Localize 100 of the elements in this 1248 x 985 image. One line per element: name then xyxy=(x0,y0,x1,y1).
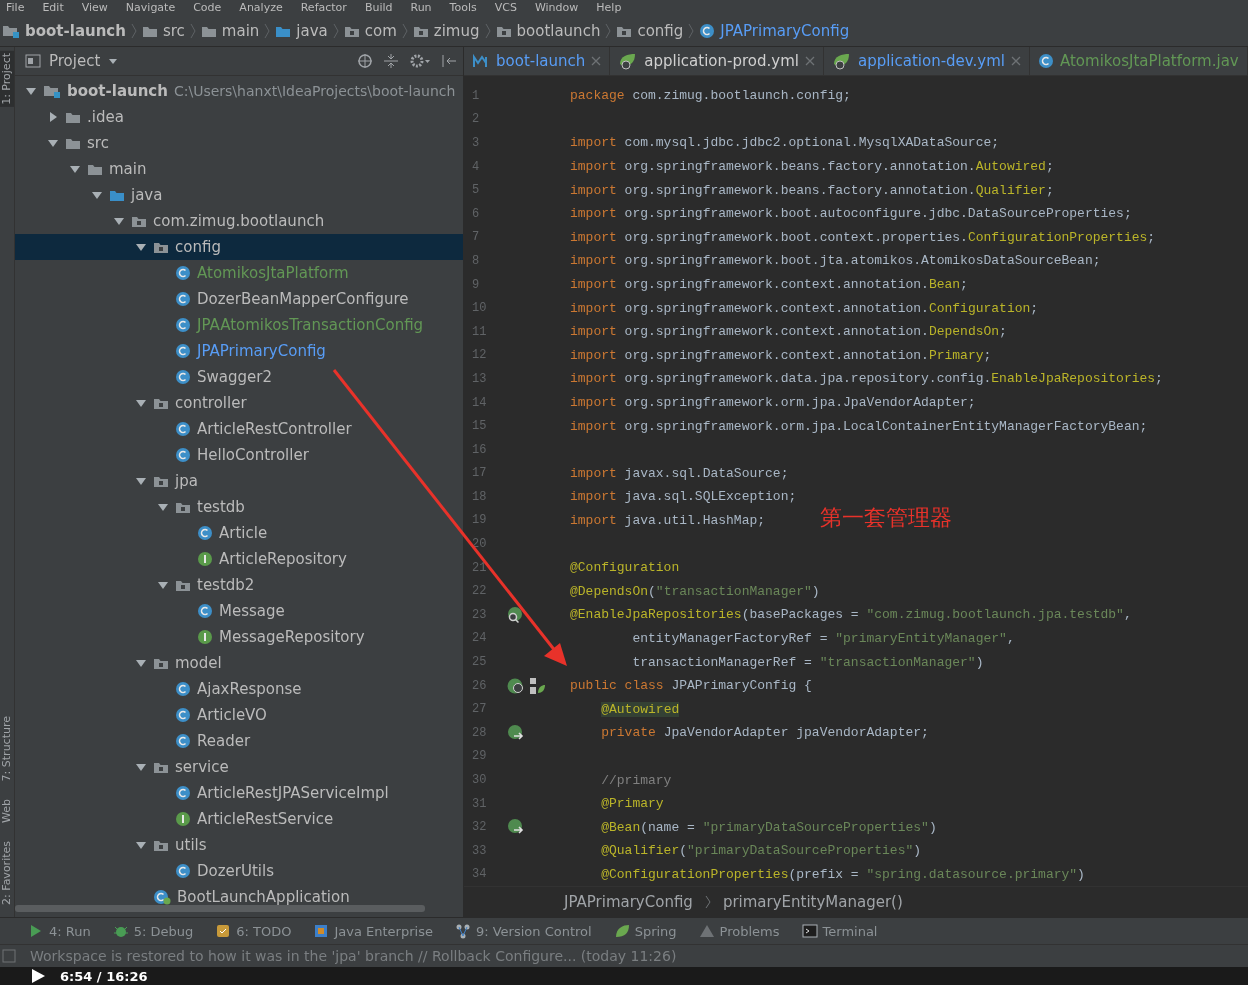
tree-item[interactable]: ArticleRestController xyxy=(15,416,463,442)
expanded-arrow-icon[interactable] xyxy=(91,189,103,201)
menu-item[interactable]: Edit xyxy=(42,0,64,16)
menu-item[interactable]: Build xyxy=(364,0,393,16)
tool-window-button[interactable]: 4: Run xyxy=(28,923,91,939)
collapsed-arrow-icon[interactable] xyxy=(47,111,59,123)
expanded-arrow-icon[interactable] xyxy=(135,839,147,851)
side-tool-button[interactable]: 1: Project xyxy=(0,51,14,107)
folder-icon xyxy=(200,24,217,38)
line-number: 14 xyxy=(471,395,488,410)
project-view-dropdown[interactable]: Project xyxy=(25,52,119,70)
tree-item[interactable]: BootLaunchApplication xyxy=(15,884,463,905)
expanded-arrow-icon[interactable] xyxy=(157,501,169,513)
expanded-arrow-icon[interactable] xyxy=(157,579,169,591)
menu-item[interactable]: Run xyxy=(410,0,432,16)
collapse-all-icon[interactable] xyxy=(383,53,399,69)
breadcrumb-item[interactable]: main xyxy=(200,22,260,40)
side-tool-button[interactable]: 7: Structure xyxy=(0,713,14,784)
tree-item[interactable]: src xyxy=(15,130,463,156)
expanded-arrow-icon[interactable] xyxy=(135,761,147,773)
breadcrumb-item[interactable]: primaryEntityManager() xyxy=(722,893,903,911)
expanded-arrow-icon[interactable] xyxy=(135,241,147,253)
hide-panel-icon[interactable] xyxy=(441,53,457,69)
tree-item[interactable]: utils xyxy=(15,832,463,858)
menu-item[interactable]: Help xyxy=(596,0,622,16)
tree-item[interactable]: config xyxy=(15,234,463,260)
breadcrumb-item[interactable]: src xyxy=(141,22,185,40)
menu-item[interactable]: Navigate xyxy=(125,0,176,16)
breadcrumb-item[interactable]: JPAPrimaryConfig xyxy=(699,22,850,40)
folder-icon xyxy=(109,188,125,202)
tool-window-button[interactable]: 6: TODO xyxy=(215,923,292,939)
breadcrumb-item[interactable]: bootlaunch xyxy=(495,22,601,40)
editor-tab[interactable]: boot-launch xyxy=(464,47,611,75)
expanded-arrow-icon[interactable] xyxy=(113,215,125,227)
tree-item[interactable]: JPAPrimaryConfig xyxy=(15,338,463,364)
tree-item[interactable]: java xyxy=(15,182,463,208)
tool-window-button[interactable]: 9: Version Control xyxy=(454,923,592,939)
item-label: ArticleRestJPAServiceImpl xyxy=(197,784,389,802)
tree-item[interactable]: AtomikosJtaPlatform xyxy=(15,260,463,286)
tool-window-button[interactable]: 5: Debug xyxy=(112,923,194,939)
editor-tab[interactable]: application-prod.yml xyxy=(610,47,824,75)
menu-item[interactable]: File xyxy=(6,0,25,16)
breadcrumb-item[interactable]: boot-launch xyxy=(2,22,126,40)
tree-item[interactable]: Message xyxy=(15,598,463,624)
breadcrumb-item[interactable]: zimug xyxy=(412,22,480,40)
tool-window-button[interactable]: Java Enterprise xyxy=(313,923,433,939)
breadcrumb-item[interactable]: config xyxy=(616,22,684,40)
menu-item[interactable]: VCS xyxy=(494,0,517,16)
tree-item[interactable]: ArticleRestService xyxy=(15,806,463,832)
tree-item[interactable]: DozerUtils xyxy=(15,858,463,884)
tree-item[interactable]: ArticleRepository xyxy=(15,546,463,572)
tree-item[interactable]: AjaxResponse xyxy=(15,676,463,702)
tree-item[interactable]: Article xyxy=(15,520,463,546)
editor-tab[interactable]: application-dev.yml xyxy=(823,47,1030,75)
tool-window-button[interactable]: Spring xyxy=(613,923,677,939)
tree-item[interactable]: MessageRepository xyxy=(15,624,463,650)
expanded-arrow-icon[interactable] xyxy=(69,163,81,175)
tree-item[interactable]: Swagger2 xyxy=(15,364,463,390)
tree-item[interactable]: main xyxy=(15,156,463,182)
tree-item[interactable]: controller xyxy=(15,390,463,416)
tree-item[interactable]: .idea xyxy=(15,104,463,130)
menu-item[interactable]: Tools xyxy=(449,0,477,16)
side-tool-button[interactable]: Web xyxy=(0,797,14,826)
editor-tab[interactable]: AtomikosJtaPlatform.jav xyxy=(1030,47,1248,75)
class-icon xyxy=(197,525,213,541)
tree-item[interactable]: testdb2 xyxy=(15,572,463,598)
crosshair-icon[interactable] xyxy=(357,53,373,69)
scrollbar-thumb[interactable] xyxy=(15,905,425,912)
tree-item[interactable]: com.zimug.bootlaunch xyxy=(15,208,463,234)
menu-item[interactable]: Analyze xyxy=(239,0,283,16)
tree-item[interactable]: DozerBeanMapperConfigure xyxy=(15,286,463,312)
tree-item[interactable]: JPAAtomikosTransactionConfig xyxy=(15,312,463,338)
tool-window-button[interactable]: Problems xyxy=(698,923,780,939)
settings-icon[interactable] xyxy=(409,53,431,69)
side-tool-button[interactable]: 2: Favorites xyxy=(0,839,14,907)
menu-item[interactable]: Window xyxy=(534,0,579,16)
breadcrumb-item[interactable]: JPAPrimaryConfig xyxy=(564,893,693,911)
menu-item[interactable]: Code xyxy=(193,0,222,16)
tree-item[interactable]: model xyxy=(15,650,463,676)
menu-item[interactable]: Refactor xyxy=(300,0,347,16)
expanded-arrow-icon[interactable] xyxy=(135,657,147,669)
menu-item[interactable]: View xyxy=(81,0,108,16)
tree-item[interactable]: HelloController xyxy=(15,442,463,468)
tree-item[interactable]: ArticleRestJPAServiceImpl xyxy=(15,780,463,806)
expanded-arrow-icon[interactable] xyxy=(135,397,147,409)
javaee-icon xyxy=(313,923,330,939)
tool-window-button[interactable]: Terminal xyxy=(801,923,878,939)
expanded-arrow-icon[interactable] xyxy=(47,137,59,149)
breadcrumb-item[interactable]: com xyxy=(343,22,397,40)
expanded-arrow-icon[interactable] xyxy=(135,475,147,487)
tree-item[interactable]: testdb xyxy=(15,494,463,520)
package-folder-icon xyxy=(131,214,147,228)
tree-item[interactable]: ArticleVO xyxy=(15,702,463,728)
panel-toggle-icon[interactable] xyxy=(2,949,16,963)
expanded-arrow-icon[interactable] xyxy=(25,85,37,97)
tree-item[interactable]: boot-launch C:\Users\hanxt\IdeaProjects\boot-launch xyxy=(15,78,463,104)
tree-item[interactable]: Reader xyxy=(15,728,463,754)
tree-item[interactable]: jpa xyxy=(15,468,463,494)
tree-item[interactable]: service xyxy=(15,754,463,780)
breadcrumb-item[interactable]: java xyxy=(275,22,328,40)
